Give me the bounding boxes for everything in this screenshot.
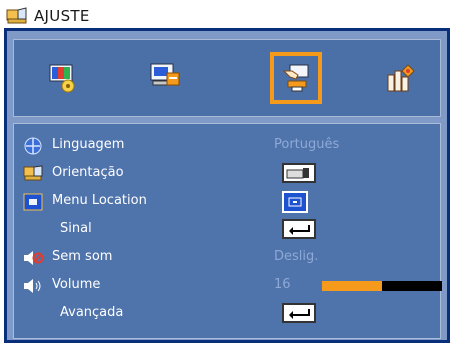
display-settings-icon (150, 63, 180, 86)
options-icon (387, 64, 415, 92)
enter-glyph (289, 309, 310, 319)
projector-orientation-glyph (286, 168, 309, 179)
tab-setup[interactable] (270, 52, 322, 104)
mute-icon (24, 251, 44, 265)
settings-panel: Linguagem Português Orientação Menu Loca… (4, 28, 450, 343)
title-bar: AJUSTE (4, 4, 404, 28)
window-title: AJUSTE (34, 7, 90, 25)
tab-display[interactable] (139, 52, 191, 104)
enter-icon (282, 219, 316, 239)
enter-glyph (289, 225, 310, 235)
menu-row-linguagem[interactable]: Linguagem Português (14, 132, 442, 160)
menu-label-volume: Volume (52, 277, 101, 292)
menu-row-sem-som[interactable]: Sem som Deslig. (14, 244, 442, 272)
setup-title-icon (6, 7, 27, 24)
menu-row-volume[interactable]: Volume 16 (14, 272, 442, 300)
volume-icon (24, 279, 41, 293)
menu-row-menu-location[interactable]: Menu Location (14, 188, 442, 216)
enter-icon (282, 303, 316, 323)
menu-location-icon (23, 193, 43, 211)
mute-value: Deslig. (274, 249, 319, 264)
menu-label-sinal: Sinal (60, 221, 92, 236)
tab-bar (13, 39, 441, 117)
menu-label-linguagem: Linguagem (52, 137, 125, 152)
volume-slider[interactable] (322, 281, 442, 291)
menu-label-avancada: Avançada (60, 305, 124, 320)
tab-image[interactable] (36, 52, 88, 104)
volume-slider-fill (322, 281, 382, 291)
globe-icon (24, 137, 42, 155)
menu-label-menu-location: Menu Location (52, 193, 147, 208)
setup-hand-icon (282, 64, 309, 92)
image-settings-icon (49, 64, 75, 93)
menu-label-orientacao: Orientação (52, 165, 124, 180)
menu-row-orientacao[interactable]: Orientação (14, 160, 442, 188)
menu-label-sem-som: Sem som (52, 249, 113, 264)
menu-row-avancada[interactable]: Avançada (14, 300, 442, 328)
projector-orientation-icon (282, 163, 316, 183)
settings-menu: Linguagem Português Orientação Menu Loca… (13, 123, 442, 339)
menu-location-glyph (288, 197, 302, 207)
projector-osd: AJUSTE Linguagem Português Orientação Me… (0, 0, 472, 353)
language-value: Português (274, 137, 340, 152)
menu-row-sinal[interactable]: Sinal (14, 216, 442, 244)
orientation-icon (23, 165, 43, 181)
tab-options[interactable] (374, 52, 426, 104)
menu-location-value-icon (282, 191, 308, 213)
volume-value: 16 (274, 277, 291, 292)
